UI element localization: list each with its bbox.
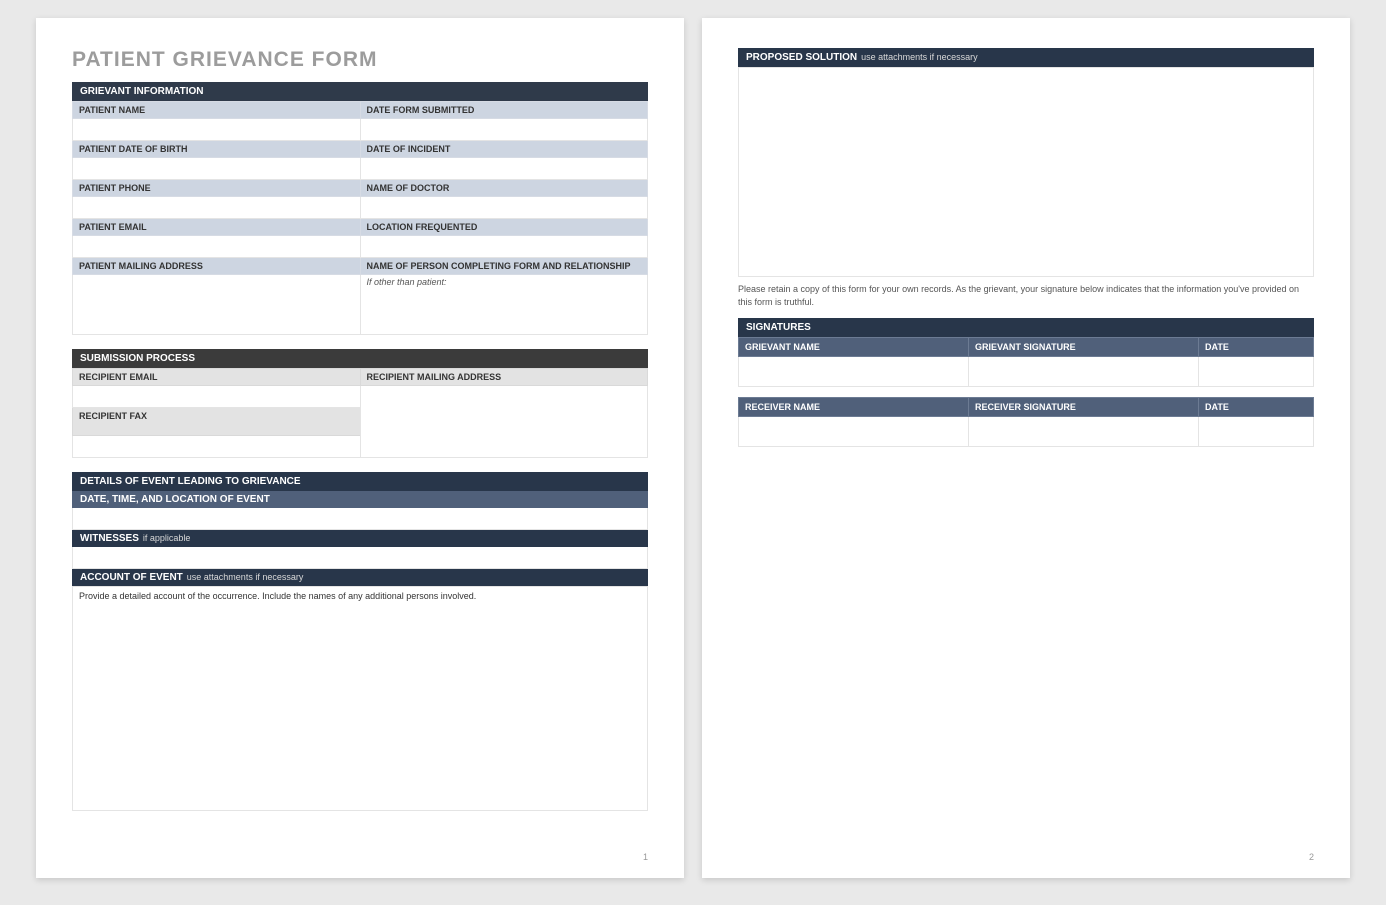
label-receiver-name: RECEIVER NAME [739, 398, 969, 417]
input-receiver-sig[interactable] [969, 417, 1199, 447]
input-account[interactable]: Provide a detailed account of the occurr… [72, 586, 648, 811]
account-note: use attachments if necessary [187, 572, 304, 582]
label-patient-mailing: PATIENT MAILING ADDRESS [73, 258, 361, 275]
solution-header-text: PROPOSED SOLUTION [746, 52, 857, 63]
input-patient-name[interactable] [73, 119, 361, 141]
solution-header: PROPOSED SOLUTION use attachments if nec… [738, 48, 1314, 67]
witnesses-header: WITNESSES if applicable [72, 530, 648, 547]
label-receiver-date: DATE [1199, 398, 1314, 417]
details-header-text: DETAILS OF EVENT LEADING TO GRIEVANCE [80, 476, 301, 487]
input-grievant-name[interactable] [739, 357, 969, 387]
form-title: PATIENT GRIEVANCE FORM [72, 48, 648, 72]
signatures-header-text: SIGNATURES [746, 322, 811, 333]
submission-header: SUBMISSION PROCESS [72, 349, 648, 368]
input-receiver-date[interactable] [1199, 417, 1314, 447]
solution-note: use attachments if necessary [861, 52, 978, 62]
input-solution[interactable] [738, 67, 1314, 277]
input-recipient-fax[interactable] [73, 436, 361, 458]
label-date-incident: DATE OF INCIDENT [360, 141, 648, 158]
page-1: PATIENT GRIEVANCE FORM GRIEVANT INFORMAT… [36, 18, 684, 878]
grievant-info-header: GRIEVANT INFORMATION [72, 82, 648, 101]
input-date-time-loc[interactable] [72, 508, 648, 530]
submission-header-text: SUBMISSION PROCESS [80, 353, 195, 364]
completer-hint: If other than patient: [367, 277, 447, 287]
input-patient-dob[interactable] [73, 158, 361, 180]
page-2: PROPOSED SOLUTION use attachments if nec… [702, 18, 1350, 878]
input-completer[interactable]: If other than patient: [360, 275, 648, 335]
receiver-signature-table: RECEIVER NAME RECEIVER SIGNATURE DATE [738, 397, 1314, 447]
input-receiver-name[interactable] [739, 417, 969, 447]
input-doctor[interactable] [360, 197, 648, 219]
input-grievant-sig[interactable] [969, 357, 1199, 387]
submission-table: RECIPIENT EMAIL RECIPIENT MAILING ADDRES… [72, 368, 648, 458]
signatures-header: SIGNATURES [738, 318, 1314, 337]
input-witnesses[interactable] [72, 547, 648, 569]
input-patient-email[interactable] [73, 236, 361, 258]
input-location[interactable] [360, 236, 648, 258]
label-patient-email: PATIENT EMAIL [73, 219, 361, 236]
grievant-info-table: PATIENT NAME DATE FORM SUBMITTED PATIENT… [72, 101, 648, 335]
input-grievant-date[interactable] [1199, 357, 1314, 387]
label-receiver-sig: RECEIVER SIGNATURE [969, 398, 1199, 417]
page-1-number: 1 [643, 852, 648, 862]
label-completer: NAME OF PERSON COMPLETING FORM AND RELAT… [360, 258, 648, 275]
input-recipient-mailing[interactable] [360, 386, 648, 458]
date-time-loc-header: DATE, TIME, AND LOCATION OF EVENT [72, 491, 648, 508]
account-hint: Provide a detailed account of the occurr… [79, 591, 476, 601]
label-grievant-date: DATE [1199, 338, 1314, 357]
label-date-submitted: DATE FORM SUBMITTED [360, 102, 648, 119]
retain-note: Please retain a copy of this form for yo… [738, 283, 1314, 308]
details-header: DETAILS OF EVENT LEADING TO GRIEVANCE [72, 472, 648, 491]
label-patient-phone: PATIENT PHONE [73, 180, 361, 197]
grievant-info-header-text: GRIEVANT INFORMATION [80, 86, 204, 97]
grievant-signature-table: GRIEVANT NAME GRIEVANT SIGNATURE DATE [738, 337, 1314, 387]
input-patient-phone[interactable] [73, 197, 361, 219]
label-patient-name: PATIENT NAME [73, 102, 361, 119]
label-recipient-mailing: RECIPIENT MAILING ADDRESS [360, 369, 648, 386]
date-time-loc-text: DATE, TIME, AND LOCATION OF EVENT [80, 494, 270, 505]
label-grievant-sig: GRIEVANT SIGNATURE [969, 338, 1199, 357]
page-2-number: 2 [1309, 852, 1314, 862]
account-header: ACCOUNT OF EVENT use attachments if nece… [72, 569, 648, 586]
witnesses-text: WITNESSES [80, 533, 139, 544]
input-date-submitted[interactable] [360, 119, 648, 141]
label-recipient-fax: RECIPIENT FAX [73, 408, 361, 436]
label-grievant-name: GRIEVANT NAME [739, 338, 969, 357]
witnesses-note: if applicable [143, 533, 191, 543]
label-patient-dob: PATIENT DATE OF BIRTH [73, 141, 361, 158]
label-recipient-email: RECIPIENT EMAIL [73, 369, 361, 386]
input-patient-mailing[interactable] [73, 275, 361, 335]
input-recipient-email[interactable] [73, 386, 361, 408]
input-date-incident[interactable] [360, 158, 648, 180]
label-location: LOCATION FREQUENTED [360, 219, 648, 236]
account-text: ACCOUNT OF EVENT [80, 572, 183, 583]
label-doctor: NAME OF DOCTOR [360, 180, 648, 197]
